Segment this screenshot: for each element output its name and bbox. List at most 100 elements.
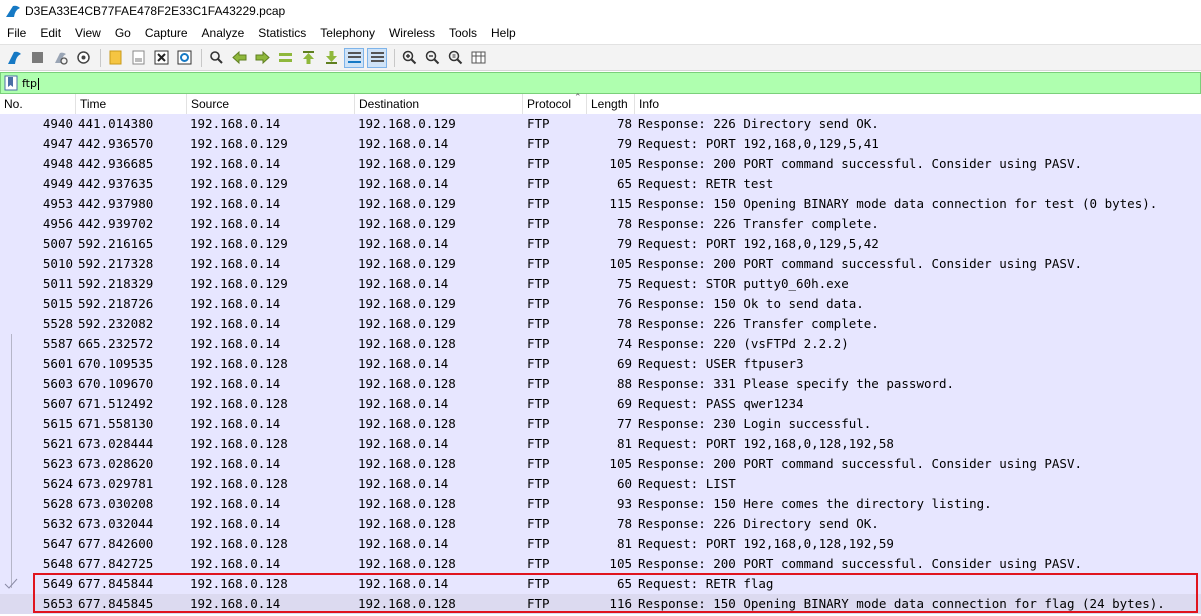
packet-source: 192.168.0.128 bbox=[190, 576, 288, 591]
packet-time: 442.937635 bbox=[78, 176, 154, 191]
packet-row[interactable]: 5628 673.030208 192.168.0.14 192.168.0.128 F… bbox=[0, 494, 1201, 514]
close-file-icon[interactable] bbox=[151, 48, 171, 68]
colorize-icon[interactable] bbox=[367, 47, 387, 68]
packet-row[interactable]: 5615 671.558130 192.168.0.14 192.168.0.128 F… bbox=[0, 414, 1201, 434]
packet-no: 5624 bbox=[42, 476, 73, 491]
zoom-in-icon[interactable] bbox=[399, 48, 419, 68]
text-caret bbox=[37, 77, 39, 90]
packet-destination: 192.168.0.14 bbox=[358, 176, 449, 191]
packet-protocol: FTP bbox=[527, 576, 550, 591]
open-folder-icon[interactable] bbox=[105, 48, 125, 68]
stop-square-icon[interactable] bbox=[27, 48, 47, 68]
menu-edit[interactable]: Edit bbox=[33, 22, 68, 44]
packet-destination: 192.168.0.14 bbox=[358, 396, 449, 411]
packet-info: Request: PORT 192,168,0,129,5,41 bbox=[638, 136, 879, 151]
packet-time: 670.109535 bbox=[78, 356, 154, 371]
packet-row[interactable]: 5621 673.028444 192.168.0.128 192.168.0.14 F… bbox=[0, 434, 1201, 454]
packet-time: 673.032044 bbox=[78, 516, 154, 531]
packet-row[interactable]: 5623 673.028620 192.168.0.14 192.168.0.128 F… bbox=[0, 454, 1201, 474]
menu-tools[interactable]: Tools bbox=[442, 22, 484, 44]
packet-destination: 192.168.0.128 bbox=[358, 496, 456, 511]
menu-capture[interactable]: Capture bbox=[138, 22, 195, 44]
column-header-info[interactable]: Info bbox=[635, 94, 1201, 114]
resize-columns-icon[interactable] bbox=[468, 48, 488, 68]
menu-analyze[interactable]: Analyze bbox=[195, 22, 252, 44]
menu-view[interactable]: View bbox=[68, 22, 108, 44]
packet-row[interactable]: 4953 442.937980 192.168.0.14 192.168.0.129 F… bbox=[0, 194, 1201, 214]
packet-row[interactable]: 5011 592.218329 192.168.0.129 192.168.0.14 F… bbox=[0, 274, 1201, 294]
packet-row[interactable]: 5607 671.512492 192.168.0.128 192.168.0.14 F… bbox=[0, 394, 1201, 414]
packet-info: Response: 220 (vsFTPd 2.2.2) bbox=[638, 336, 849, 351]
packet-row[interactable]: 5647 677.842600 192.168.0.128 192.168.0.14 F… bbox=[0, 534, 1201, 554]
packet-row[interactable]: 5632 673.032044 192.168.0.14 192.168.0.128 F… bbox=[0, 514, 1201, 534]
go-first-icon[interactable] bbox=[298, 48, 318, 68]
go-back-icon[interactable] bbox=[229, 48, 249, 68]
menu-file[interactable]: File bbox=[0, 22, 33, 44]
packet-row[interactable]: 4940 441.014380 192.168.0.14 192.168.0.129 F… bbox=[0, 114, 1201, 134]
save-file-icon[interactable] bbox=[128, 48, 148, 68]
packet-length: 105 bbox=[609, 156, 632, 171]
column-header-destination[interactable]: Destination bbox=[355, 94, 523, 114]
menu-go[interactable]: Go bbox=[108, 22, 138, 44]
packet-row[interactable]: 5603 670.109670 192.168.0.14 192.168.0.128 F… bbox=[0, 374, 1201, 394]
toolbar-separator bbox=[394, 48, 395, 67]
zoom-normal-icon[interactable] bbox=[445, 48, 465, 68]
restart-capture-icon[interactable] bbox=[50, 48, 70, 68]
packet-row[interactable]: 5649 677.845844 192.168.0.128 192.168.0.14 F… bbox=[0, 574, 1201, 594]
packet-destination: 192.168.0.14 bbox=[358, 536, 449, 551]
packet-time: 673.028620 bbox=[78, 456, 154, 471]
go-to-packet-icon[interactable] bbox=[275, 48, 295, 68]
reload-file-icon[interactable] bbox=[174, 48, 194, 68]
packet-row[interactable]: 5007 592.216165 192.168.0.129 192.168.0.14 F… bbox=[0, 234, 1201, 254]
menu-help[interactable]: Help bbox=[484, 22, 523, 44]
packet-row[interactable]: 4948 442.936685 192.168.0.14 192.168.0.129 F… bbox=[0, 154, 1201, 174]
packet-source: 192.168.0.14 bbox=[190, 116, 281, 131]
column-header-source[interactable]: Source bbox=[187, 94, 355, 114]
zoom-out-icon[interactable] bbox=[422, 48, 442, 68]
packet-time: 442.939702 bbox=[78, 216, 154, 231]
packet-protocol: FTP bbox=[527, 256, 550, 271]
packet-protocol: FTP bbox=[527, 136, 550, 151]
packet-info: Request: LIST bbox=[638, 476, 736, 491]
capture-options-gear-icon[interactable] bbox=[73, 48, 93, 68]
go-forward-icon[interactable] bbox=[252, 48, 272, 68]
column-header-no[interactable]: No. bbox=[0, 94, 76, 114]
packet-time: 442.936570 bbox=[78, 136, 154, 151]
display-filter-input[interactable]: ftp bbox=[22, 76, 39, 90]
shark-fin-start-icon[interactable] bbox=[4, 48, 24, 68]
packet-length: 105 bbox=[609, 456, 632, 471]
packet-time: 442.936685 bbox=[78, 156, 154, 171]
column-header-time[interactable]: Time bbox=[76, 94, 187, 114]
packet-row[interactable]: 4949 442.937635 192.168.0.129 192.168.0.14 F… bbox=[0, 174, 1201, 194]
title-bar: D3EA33E4CB77FAE478F2E33C1FA43229.pcap bbox=[0, 0, 1201, 22]
packet-row[interactable]: 4956 442.939702 192.168.0.14 192.168.0.129 F… bbox=[0, 214, 1201, 234]
find-packet-icon[interactable] bbox=[206, 48, 226, 68]
packet-row[interactable]: 5010 592.217328 192.168.0.14 192.168.0.129 F… bbox=[0, 254, 1201, 274]
menu-wireless[interactable]: Wireless bbox=[382, 22, 442, 44]
packet-source: 192.168.0.14 bbox=[190, 556, 281, 571]
packet-time: 677.842725 bbox=[78, 556, 154, 571]
go-last-icon[interactable] bbox=[321, 48, 341, 68]
display-filter-value: ftp bbox=[22, 77, 37, 90]
column-header-length[interactable]: Length bbox=[587, 94, 635, 114]
packet-protocol: FTP bbox=[527, 596, 550, 611]
packet-row[interactable]: 5587 665.232572 192.168.0.14 192.168.0.128 F… bbox=[0, 334, 1201, 354]
filter-bookmark-icon[interactable] bbox=[4, 75, 18, 91]
packet-row[interactable]: 5015 592.218726 192.168.0.14 192.168.0.129 F… bbox=[0, 294, 1201, 314]
packet-row[interactable]: 5601 670.109535 192.168.0.128 192.168.0.14 F… bbox=[0, 354, 1201, 374]
packet-row[interactable]: 5648 677.842725 192.168.0.14 192.168.0.128 F… bbox=[0, 554, 1201, 574]
packet-row[interactable]: 5653 677.845845 192.168.0.14 192.168.0.128 F… bbox=[0, 594, 1201, 614]
packet-length: 65 bbox=[616, 176, 632, 191]
menu-statistics[interactable]: Statistics bbox=[251, 22, 313, 44]
packet-row[interactable]: 5624 673.029781 192.168.0.128 192.168.0.14 F… bbox=[0, 474, 1201, 494]
packet-source: 192.168.0.129 bbox=[190, 276, 288, 291]
auto-scroll-icon[interactable] bbox=[344, 47, 364, 68]
packet-destination: 192.168.0.14 bbox=[358, 356, 449, 371]
menu-telephony[interactable]: Telephony bbox=[313, 22, 382, 44]
packet-length: 78 bbox=[616, 116, 632, 131]
packet-info: Response: 150 Here comes the directory l… bbox=[638, 496, 992, 511]
packet-row[interactable]: 4947 442.936570 192.168.0.129 192.168.0.14 F… bbox=[0, 134, 1201, 154]
packet-row[interactable]: 5528 592.232082 192.168.0.14 192.168.0.129 F… bbox=[0, 314, 1201, 334]
packet-protocol: FTP bbox=[527, 156, 550, 171]
packet-time: 677.845845 bbox=[78, 596, 154, 611]
